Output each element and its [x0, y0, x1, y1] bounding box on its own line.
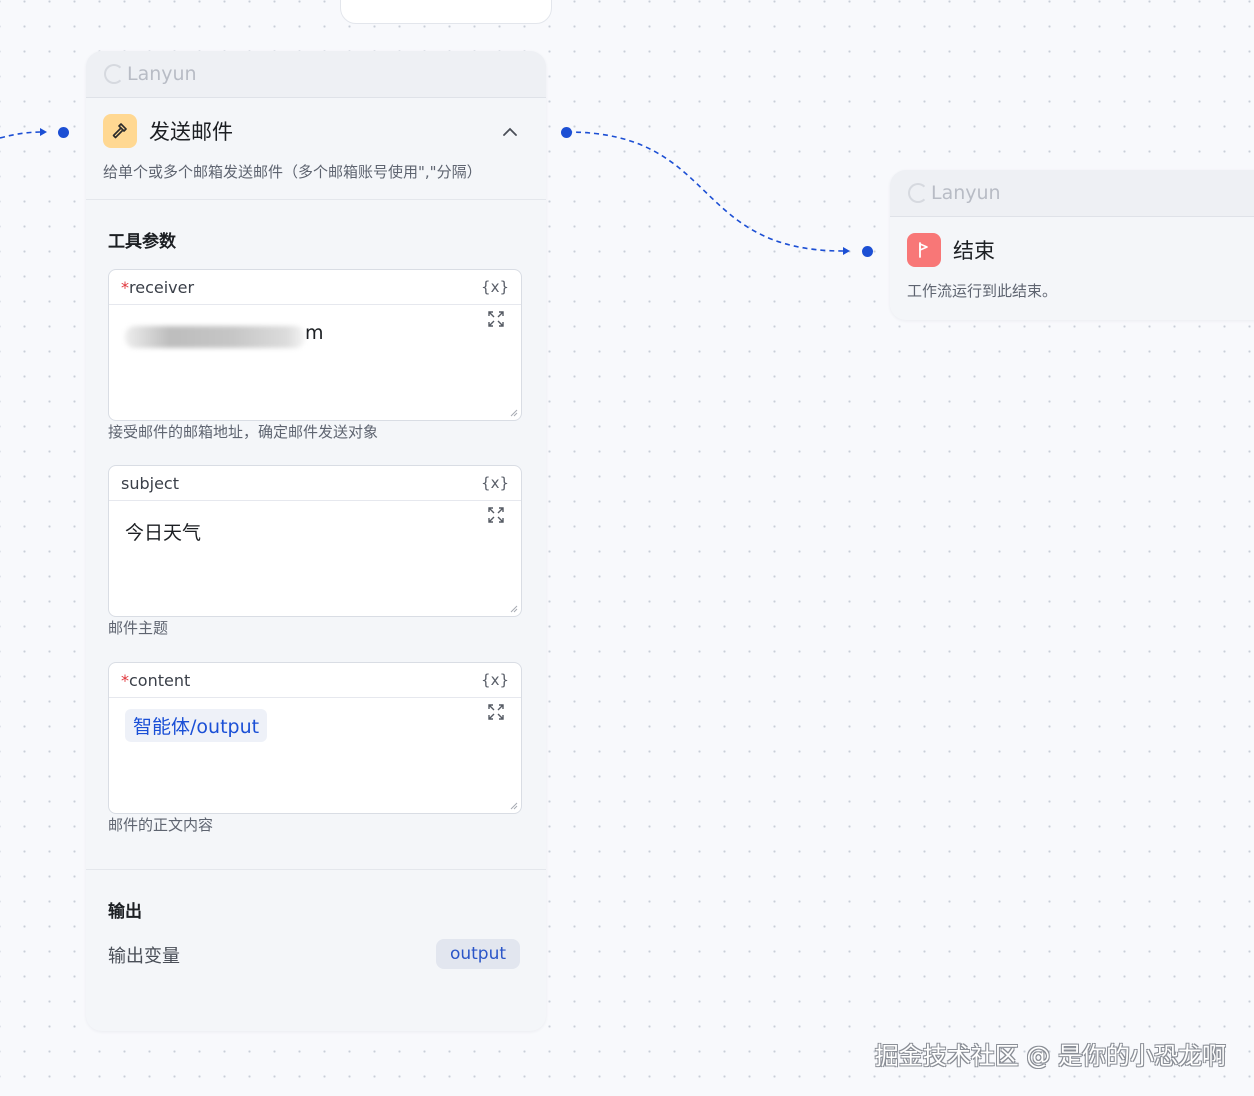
- loading-icon: [908, 183, 928, 203]
- flag-icon: [907, 233, 941, 267]
- divider: [86, 199, 546, 200]
- send-email-output-handle[interactable]: [561, 127, 572, 138]
- hammer-icon: [103, 114, 137, 148]
- insert-variable-icon[interactable]: {x}: [481, 474, 509, 492]
- divider: [86, 869, 546, 870]
- receiver-label-row: *receiver {x}: [109, 270, 521, 305]
- content-field[interactable]: *content {x} 智能体/output: [108, 662, 522, 814]
- required-mark: *: [121, 670, 129, 690]
- resize-grip-icon[interactable]: [508, 603, 518, 613]
- expand-icon[interactable]: [487, 310, 505, 328]
- send-email-input-handle[interactable]: [58, 127, 69, 138]
- end-node[interactable]: Lanyun 结束 工作流运行到此结束。: [890, 170, 1254, 320]
- incoming-edge: [0, 131, 43, 139]
- node-header-label: Lanyun: [127, 63, 197, 85]
- loading-icon: [104, 64, 124, 84]
- receiver-help: 接受邮件的邮箱地址，确定邮件发送对象: [108, 423, 379, 441]
- variable-tag[interactable]: 智能体/output: [125, 709, 268, 742]
- collapse-chevron-up-icon[interactable]: [502, 127, 518, 137]
- params-section-title: 工具参数: [108, 232, 176, 252]
- output-variable-label: 输出变量: [108, 946, 180, 967]
- end-input-handle[interactable]: [862, 246, 873, 257]
- send-email-node[interactable]: Lanyun 发送邮件 给单个或多个邮箱发送邮件（多个邮箱账号使用","分隔） …: [86, 51, 546, 1031]
- subject-help: 邮件主题: [108, 619, 169, 637]
- node-header: Lanyun: [890, 170, 1254, 217]
- expand-icon[interactable]: [487, 506, 505, 524]
- node-header-label: Lanyun: [931, 182, 1001, 204]
- insert-variable-icon[interactable]: {x}: [481, 671, 509, 689]
- node-title: 发送邮件: [149, 120, 233, 144]
- node-title: 结束: [953, 239, 995, 263]
- subject-field[interactable]: subject {x} 今日天气: [108, 465, 522, 617]
- receiver-value[interactable]: m: [305, 322, 324, 344]
- content-value[interactable]: 智能体/output: [125, 709, 268, 742]
- subject-label: subject: [121, 473, 179, 493]
- edge-arrow: [843, 247, 850, 255]
- subject-value[interactable]: 今日天气: [125, 518, 201, 545]
- content-help: 邮件的正文内容: [108, 816, 214, 834]
- output-variable-badge: output: [436, 939, 520, 969]
- node-title-row: 结束: [907, 233, 995, 267]
- content-label: *content: [121, 670, 191, 690]
- subject-label-row: subject {x}: [109, 466, 521, 501]
- output-section-title: 输出: [108, 902, 142, 922]
- resize-grip-icon[interactable]: [508, 800, 518, 810]
- edge-send-email-to-end: [566, 131, 844, 252]
- redacted-email-blur: [125, 326, 305, 348]
- incoming-edge-arrow: [40, 128, 47, 136]
- resize-grip-icon[interactable]: [508, 407, 518, 417]
- required-mark: *: [121, 277, 129, 297]
- node-header: Lanyun: [86, 51, 546, 98]
- node-title-row: 发送邮件: [103, 114, 233, 148]
- content-label-row: *content {x}: [109, 663, 521, 698]
- node-description: 工作流运行到此结束。: [907, 282, 1058, 300]
- receiver-field[interactable]: *receiver {x} m: [108, 269, 522, 421]
- receiver-label: *receiver: [121, 277, 195, 297]
- expand-icon[interactable]: [487, 703, 505, 721]
- node-description: 给单个或多个邮箱发送邮件（多个邮箱账号使用","分隔）: [103, 163, 482, 181]
- insert-variable-icon[interactable]: {x}: [481, 278, 509, 296]
- watermark: 掘金技术社区 @ 是你的小恐龙啊: [874, 1042, 1226, 1070]
